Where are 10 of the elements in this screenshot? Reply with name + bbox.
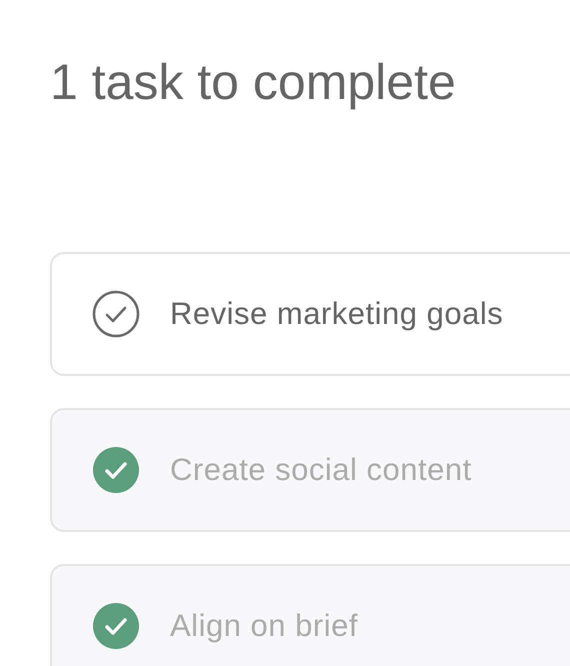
task-card[interactable]: Align on brief — [50, 564, 570, 666]
check-circle-icon[interactable] — [92, 602, 140, 650]
task-label: Revise marketing goals — [170, 296, 504, 332]
task-card[interactable]: Revise marketing goals — [50, 252, 570, 376]
task-label: Create social content — [170, 452, 472, 488]
page-heading: 1 task to complete — [49, 53, 457, 112]
task-card[interactable]: Create social content — [50, 408, 570, 532]
check-circle-icon[interactable] — [92, 446, 140, 494]
task-label: Align on brief — [170, 608, 358, 644]
check-circle-icon[interactable] — [92, 290, 140, 338]
